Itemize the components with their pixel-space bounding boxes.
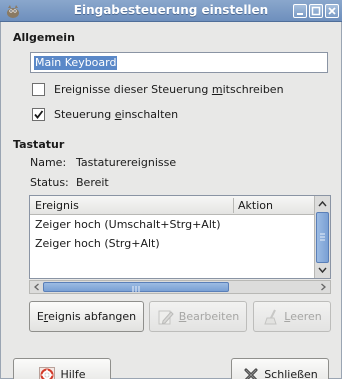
edit-label: Bearbeiten — [178, 310, 240, 323]
keyboard-name-row: Name: Tastaturereignisse — [30, 156, 176, 170]
event-table[interactable]: Ereignis Aktion Zeiger hoch (Umschalt+St… — [29, 195, 331, 279]
horizontal-scrollbar[interactable] — [29, 280, 331, 294]
clear-button[interactable]: Leeren — [253, 301, 331, 332]
scroll-right-icon[interactable] — [317, 281, 329, 293]
table-row[interactable]: Zeiger hoch (Umschalt+Strg+Alt) — [30, 215, 314, 234]
scroll-down-icon[interactable] — [316, 263, 329, 277]
column-header-event[interactable]: Ereignis — [35, 199, 79, 212]
column-separator — [233, 198, 234, 213]
scroll-up-icon[interactable] — [316, 197, 329, 211]
help-lifebuoy-icon — [39, 366, 56, 379]
vertical-scroll-thumb[interactable] — [316, 212, 329, 263]
close-icon — [328, 7, 336, 15]
enable-control-label: Steuerung einschalten — [54, 107, 179, 121]
enable-control-checkbox-row[interactable]: Steuerung einschalten — [32, 106, 178, 122]
edit-pencil-icon — [158, 310, 174, 324]
edit-button[interactable]: Bearbeiten — [149, 301, 247, 332]
close-window-button[interactable] — [325, 4, 339, 18]
keyboard-status-value: Bereit — [76, 176, 109, 189]
checkmark-icon — [34, 109, 44, 119]
keyboard-status-row: Status: Bereit — [30, 176, 109, 190]
close-button[interactable]: Schließen — [231, 358, 329, 379]
table-header: Ereignis Aktion — [30, 196, 314, 215]
horizontal-scroll-thumb[interactable] — [43, 282, 229, 292]
vertical-scrollbar[interactable] — [314, 196, 330, 278]
selected-text: Main Keyboard — [34, 56, 118, 70]
capture-event-button[interactable]: Ereignis abfangen — [29, 301, 144, 332]
close-x-icon — [244, 368, 258, 379]
enable-control-checkbox[interactable] — [32, 107, 45, 121]
maximize-button[interactable] — [309, 4, 323, 18]
title-bar[interactable]: Eingabesteuerung einstellen — [0, 0, 342, 22]
scroll-left-icon[interactable] — [31, 281, 43, 293]
keyboard-name-label: Name: — [30, 156, 67, 169]
help-button[interactable]: Hilfe — [13, 358, 111, 379]
controller-name-input[interactable]: Main Keyboard — [30, 52, 328, 73]
broom-icon — [264, 309, 277, 324]
capture-event-label: Ereignis abfangen — [36, 310, 137, 323]
close-label: Schließen — [264, 368, 318, 379]
section-heading-general: Allgemein — [13, 31, 75, 44]
minimize-button[interactable] — [293, 4, 307, 18]
keyboard-status-label: Status: — [30, 176, 69, 189]
window-title: Eingabesteuerung einstellen — [73, 3, 269, 17]
minimize-icon — [297, 13, 303, 15]
log-events-checkbox-row[interactable]: Ereignisse dieser Steuerung mitschreiben — [32, 81, 284, 97]
table-row[interactable]: Zeiger hoch (Strg+Alt) — [30, 234, 314, 253]
clear-label: Leeren — [284, 310, 322, 323]
grip-icon — [132, 286, 140, 292]
row-event-cell: Zeiger hoch (Strg+Alt) — [35, 237, 160, 250]
keyboard-name-value: Tastaturereignisse — [76, 156, 177, 169]
maximize-icon — [311, 6, 321, 16]
help-label: Hilfe — [60, 368, 86, 379]
column-header-action[interactable]: Aktion — [238, 199, 273, 212]
row-event-cell: Zeiger hoch (Umschalt+Strg+Alt) — [35, 218, 221, 231]
log-events-checkbox[interactable] — [32, 82, 45, 96]
section-heading-keyboard: Tastatur — [13, 138, 65, 151]
grip-icon — [320, 233, 325, 241]
log-events-label: Ereignisse dieser Steuerung mitschreiben — [54, 82, 284, 96]
